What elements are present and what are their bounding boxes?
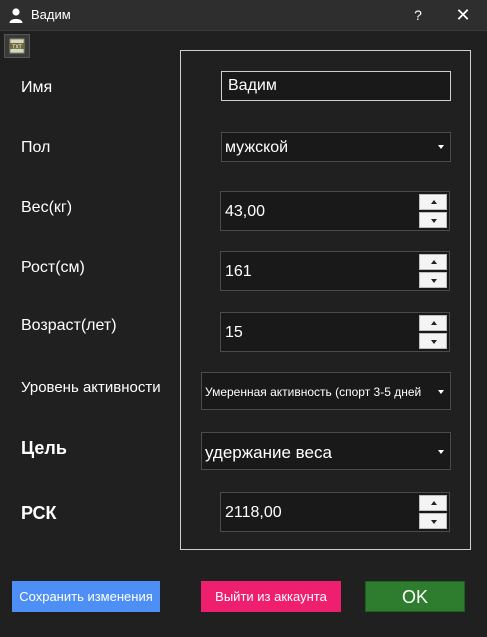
rsk-spinbox[interactable]: 2118,00 <box>220 492 450 532</box>
activity-label: Уровень активности <box>21 379 161 396</box>
age-decrement-button[interactable] <box>419 333 447 349</box>
chevron-down-icon <box>438 145 444 149</box>
sex-label: Пол <box>21 139 51 156</box>
txt-label: TXT <box>11 45 22 51</box>
height-value: 161 <box>225 263 252 280</box>
sex-select-value: мужской <box>225 139 289 156</box>
height-increment-button[interactable] <box>419 254 447 270</box>
ok-button[interactable]: OK <box>365 581 465 612</box>
height-spinbox[interactable]: 161 <box>220 251 450 291</box>
activity-select[interactable]: Умеренная активность (спорт 3-5 дней <box>201 372 451 410</box>
name-input[interactable]: Вадим <box>221 71 451 101</box>
window-title: Вадим <box>31 7 71 22</box>
export-txt-button[interactable]: TXT <box>4 34 30 58</box>
close-button[interactable]: ✕ <box>452 4 474 26</box>
goal-select-value: удержание веса <box>205 443 332 462</box>
title-bar: Вадим ? ✕ <box>0 0 487 31</box>
weight-spinbox[interactable]: 43,00 <box>220 191 450 231</box>
frame-top-line <box>180 50 471 51</box>
sex-select[interactable]: мужской <box>221 132 451 162</box>
age-spin-buttons <box>419 315 447 349</box>
user-icon <box>9 8 23 23</box>
chevron-down-icon <box>438 450 444 454</box>
rsk-decrement-button[interactable] <box>419 513 447 529</box>
height-decrement-button[interactable] <box>419 272 447 288</box>
rsk-increment-button[interactable] <box>419 495 447 511</box>
rsk-value: 2118,00 <box>225 504 282 521</box>
activity-select-value: Умеренная активность (спорт 3-5 дней <box>205 385 422 399</box>
rsk-spin-buttons <box>419 495 447 529</box>
goal-label: Цель <box>21 438 67 458</box>
age-label: Возраст(лет) <box>21 317 117 334</box>
save-changes-button[interactable]: Сохранить изменения <box>12 581 160 612</box>
weight-spin-buttons <box>419 194 447 228</box>
chevron-down-icon <box>438 390 444 394</box>
height-spin-buttons <box>419 254 447 288</box>
age-increment-button[interactable] <box>419 315 447 331</box>
rsk-label: РСК <box>21 503 57 523</box>
frame-bottom-line <box>180 549 471 550</box>
frame-left-line <box>180 50 181 550</box>
logout-button[interactable]: Выйти из аккаунта <box>201 581 341 612</box>
goal-select[interactable]: удержание веса <box>201 432 451 470</box>
age-value: 15 <box>225 324 243 341</box>
weight-value: 43,00 <box>225 203 266 220</box>
age-spinbox[interactable]: 15 <box>220 312 450 352</box>
weight-increment-button[interactable] <box>419 194 447 210</box>
weight-label: Вес(кг) <box>21 199 73 216</box>
text-file-icon: TXT <box>9 38 25 54</box>
name-label: Имя <box>21 79 53 96</box>
help-button[interactable]: ? <box>408 4 428 26</box>
frame-right-line <box>470 50 471 550</box>
height-label: Рост(см) <box>21 259 85 276</box>
weight-decrement-button[interactable] <box>419 212 447 228</box>
